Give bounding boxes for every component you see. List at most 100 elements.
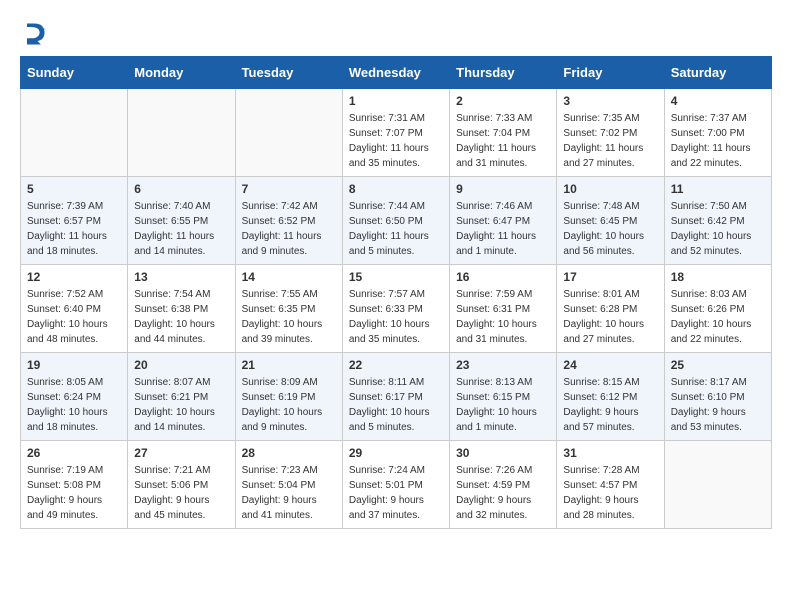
day-number: 31 bbox=[563, 446, 657, 460]
calendar-cell bbox=[21, 89, 128, 177]
day-info: Sunrise: 7:54 AM Sunset: 6:38 PM Dayligh… bbox=[134, 287, 228, 347]
calendar-cell: 9 Sunrise: 7:46 AM Sunset: 6:47 PM Daylig… bbox=[450, 177, 557, 265]
day-number: 12 bbox=[27, 270, 121, 284]
calendar-cell: 3 Sunrise: 7:35 AM Sunset: 7:02 PM Daylig… bbox=[557, 89, 664, 177]
calendar-cell bbox=[664, 441, 771, 529]
day-info: Sunrise: 7:37 AM Sunset: 7:00 PM Dayligh… bbox=[671, 111, 765, 171]
calendar-cell: 4 Sunrise: 7:37 AM Sunset: 7:00 PM Daylig… bbox=[664, 89, 771, 177]
calendar-cell: 15Sunrise: 7:57 AM Sunset: 6:33 PM Dayli… bbox=[342, 265, 449, 353]
calendar-cell: 29Sunrise: 7:24 AM Sunset: 5:01 PM Dayli… bbox=[342, 441, 449, 529]
day-number: 22 bbox=[349, 358, 443, 372]
calendar-cell: 5Sunrise: 7:39 AM Sunset: 6:57 PM Daylig… bbox=[21, 177, 128, 265]
calendar-header-thursday: Thursday bbox=[450, 57, 557, 89]
calendar-header-saturday: Saturday bbox=[664, 57, 771, 89]
day-number: 3 bbox=[563, 94, 657, 108]
logo-icon bbox=[20, 20, 48, 48]
day-info: Sunrise: 7:57 AM Sunset: 6:33 PM Dayligh… bbox=[349, 287, 443, 347]
day-info: Sunrise: 7:24 AM Sunset: 5:01 PM Dayligh… bbox=[349, 463, 443, 523]
day-info: Sunrise: 7:33 AM Sunset: 7:04 PM Dayligh… bbox=[456, 111, 550, 171]
day-info: Sunrise: 7:31 AM Sunset: 7:07 PM Dayligh… bbox=[349, 111, 443, 171]
calendar-cell: 23 Sunrise: 8:13 AM Sunset: 6:15 PM Dayli… bbox=[450, 353, 557, 441]
day-number: 1 bbox=[349, 94, 443, 108]
day-info: Sunrise: 7:50 AM Sunset: 6:42 PM Dayligh… bbox=[671, 199, 765, 259]
calendar-cell: 2 Sunrise: 7:33 AM Sunset: 7:04 PM Daylig… bbox=[450, 89, 557, 177]
day-info: Sunrise: 7:52 AM Sunset: 6:40 PM Dayligh… bbox=[27, 287, 121, 347]
day-info: Sunrise: 8:09 AM Sunset: 6:19 PM Dayligh… bbox=[242, 375, 336, 435]
day-info: Sunrise: 8:07 AM Sunset: 6:21 PM Dayligh… bbox=[134, 375, 228, 435]
calendar-header-friday: Friday bbox=[557, 57, 664, 89]
day-info: Sunrise: 7:35 AM Sunset: 7:02 PM Dayligh… bbox=[563, 111, 657, 171]
calendar-cell: 22 Sunrise: 8:11 AM Sunset: 6:17 PM Dayli… bbox=[342, 353, 449, 441]
day-number: 21 bbox=[242, 358, 336, 372]
day-info: Sunrise: 7:55 AM Sunset: 6:35 PM Dayligh… bbox=[242, 287, 336, 347]
calendar-cell: 30 Sunrise: 7:26 AM Sunset: 4:59 PM Dayli… bbox=[450, 441, 557, 529]
calendar-cell: 6 Sunrise: 7:40 AM Sunset: 6:55 PM Daylig… bbox=[128, 177, 235, 265]
calendar-cell: 25 Sunrise: 8:17 AM Sunset: 6:10 PM Dayli… bbox=[664, 353, 771, 441]
day-info: Sunrise: 8:01 AM Sunset: 6:28 PM Dayligh… bbox=[563, 287, 657, 347]
calendar-cell: 8 Sunrise: 7:44 AM Sunset: 6:50 PM Daylig… bbox=[342, 177, 449, 265]
calendar-cell: 13 Sunrise: 7:54 AM Sunset: 6:38 PM Dayli… bbox=[128, 265, 235, 353]
calendar-week-row: 19Sunrise: 8:05 AM Sunset: 6:24 PM Dayli… bbox=[21, 353, 772, 441]
calendar-header-wednesday: Wednesday bbox=[342, 57, 449, 89]
day-number: 13 bbox=[134, 270, 228, 284]
day-number: 10 bbox=[563, 182, 657, 196]
calendar-cell: 19Sunrise: 8:05 AM Sunset: 6:24 PM Dayli… bbox=[21, 353, 128, 441]
calendar-cell: 24Sunrise: 8:15 AM Sunset: 6:12 PM Dayli… bbox=[557, 353, 664, 441]
day-number: 2 bbox=[456, 94, 550, 108]
calendar-header-tuesday: Tuesday bbox=[235, 57, 342, 89]
day-info: Sunrise: 7:42 AM Sunset: 6:52 PM Dayligh… bbox=[242, 199, 336, 259]
calendar-cell: 20 Sunrise: 8:07 AM Sunset: 6:21 PM Dayli… bbox=[128, 353, 235, 441]
day-number: 6 bbox=[134, 182, 228, 196]
day-info: Sunrise: 8:05 AM Sunset: 6:24 PM Dayligh… bbox=[27, 375, 121, 435]
day-info: Sunrise: 7:26 AM Sunset: 4:59 PM Dayligh… bbox=[456, 463, 550, 523]
calendar-cell: 14 Sunrise: 7:55 AM Sunset: 6:35 PM Dayli… bbox=[235, 265, 342, 353]
day-info: Sunrise: 8:11 AM Sunset: 6:17 PM Dayligh… bbox=[349, 375, 443, 435]
calendar-cell bbox=[235, 89, 342, 177]
day-number: 16 bbox=[456, 270, 550, 284]
day-number: 14 bbox=[242, 270, 336, 284]
day-number: 4 bbox=[671, 94, 765, 108]
day-number: 27 bbox=[134, 446, 228, 460]
day-info: Sunrise: 8:17 AM Sunset: 6:10 PM Dayligh… bbox=[671, 375, 765, 435]
day-number: 7 bbox=[242, 182, 336, 196]
calendar-cell: 11 Sunrise: 7:50 AM Sunset: 6:42 PM Dayli… bbox=[664, 177, 771, 265]
day-info: Sunrise: 7:44 AM Sunset: 6:50 PM Dayligh… bbox=[349, 199, 443, 259]
day-number: 8 bbox=[349, 182, 443, 196]
day-info: Sunrise: 7:21 AM Sunset: 5:06 PM Dayligh… bbox=[134, 463, 228, 523]
calendar-header-row: SundayMondayTuesdayWednesdayThursdayFrid… bbox=[21, 57, 772, 89]
day-info: Sunrise: 7:59 AM Sunset: 6:31 PM Dayligh… bbox=[456, 287, 550, 347]
calendar-week-row: 26Sunrise: 7:19 AM Sunset: 5:08 PM Dayli… bbox=[21, 441, 772, 529]
calendar-cell: 26Sunrise: 7:19 AM Sunset: 5:08 PM Dayli… bbox=[21, 441, 128, 529]
day-info: Sunrise: 7:40 AM Sunset: 6:55 PM Dayligh… bbox=[134, 199, 228, 259]
day-number: 28 bbox=[242, 446, 336, 460]
day-number: 9 bbox=[456, 182, 550, 196]
day-info: Sunrise: 8:03 AM Sunset: 6:26 PM Dayligh… bbox=[671, 287, 765, 347]
page-header bbox=[20, 20, 772, 48]
logo bbox=[20, 20, 52, 48]
calendar-cell: 16 Sunrise: 7:59 AM Sunset: 6:31 PM Dayli… bbox=[450, 265, 557, 353]
day-number: 20 bbox=[134, 358, 228, 372]
day-number: 18 bbox=[671, 270, 765, 284]
day-info: Sunrise: 7:19 AM Sunset: 5:08 PM Dayligh… bbox=[27, 463, 121, 523]
calendar-cell: 7 Sunrise: 7:42 AM Sunset: 6:52 PM Daylig… bbox=[235, 177, 342, 265]
day-info: Sunrise: 7:46 AM Sunset: 6:47 PM Dayligh… bbox=[456, 199, 550, 259]
calendar-cell: 28 Sunrise: 7:23 AM Sunset: 5:04 PM Dayli… bbox=[235, 441, 342, 529]
day-info: Sunrise: 7:23 AM Sunset: 5:04 PM Dayligh… bbox=[242, 463, 336, 523]
day-number: 11 bbox=[671, 182, 765, 196]
day-number: 30 bbox=[456, 446, 550, 460]
calendar-header-monday: Monday bbox=[128, 57, 235, 89]
day-number: 23 bbox=[456, 358, 550, 372]
calendar-table: SundayMondayTuesdayWednesdayThursdayFrid… bbox=[20, 56, 772, 529]
day-number: 25 bbox=[671, 358, 765, 372]
day-number: 17 bbox=[563, 270, 657, 284]
day-number: 24 bbox=[563, 358, 657, 372]
day-info: Sunrise: 8:13 AM Sunset: 6:15 PM Dayligh… bbox=[456, 375, 550, 435]
day-info: Sunrise: 7:39 AM Sunset: 6:57 PM Dayligh… bbox=[27, 199, 121, 259]
calendar-cell: 31Sunrise: 7:28 AM Sunset: 4:57 PM Dayli… bbox=[557, 441, 664, 529]
calendar-cell: 27 Sunrise: 7:21 AM Sunset: 5:06 PM Dayli… bbox=[128, 441, 235, 529]
calendar-week-row: 5Sunrise: 7:39 AM Sunset: 6:57 PM Daylig… bbox=[21, 177, 772, 265]
calendar-cell: 10Sunrise: 7:48 AM Sunset: 6:45 PM Dayli… bbox=[557, 177, 664, 265]
calendar-cell: 21 Sunrise: 8:09 AM Sunset: 6:19 PM Dayli… bbox=[235, 353, 342, 441]
calendar-cell: 17 Sunrise: 8:01 AM Sunset: 6:28 PM Dayli… bbox=[557, 265, 664, 353]
calendar-cell: 18 Sunrise: 8:03 AM Sunset: 6:26 PM Dayli… bbox=[664, 265, 771, 353]
